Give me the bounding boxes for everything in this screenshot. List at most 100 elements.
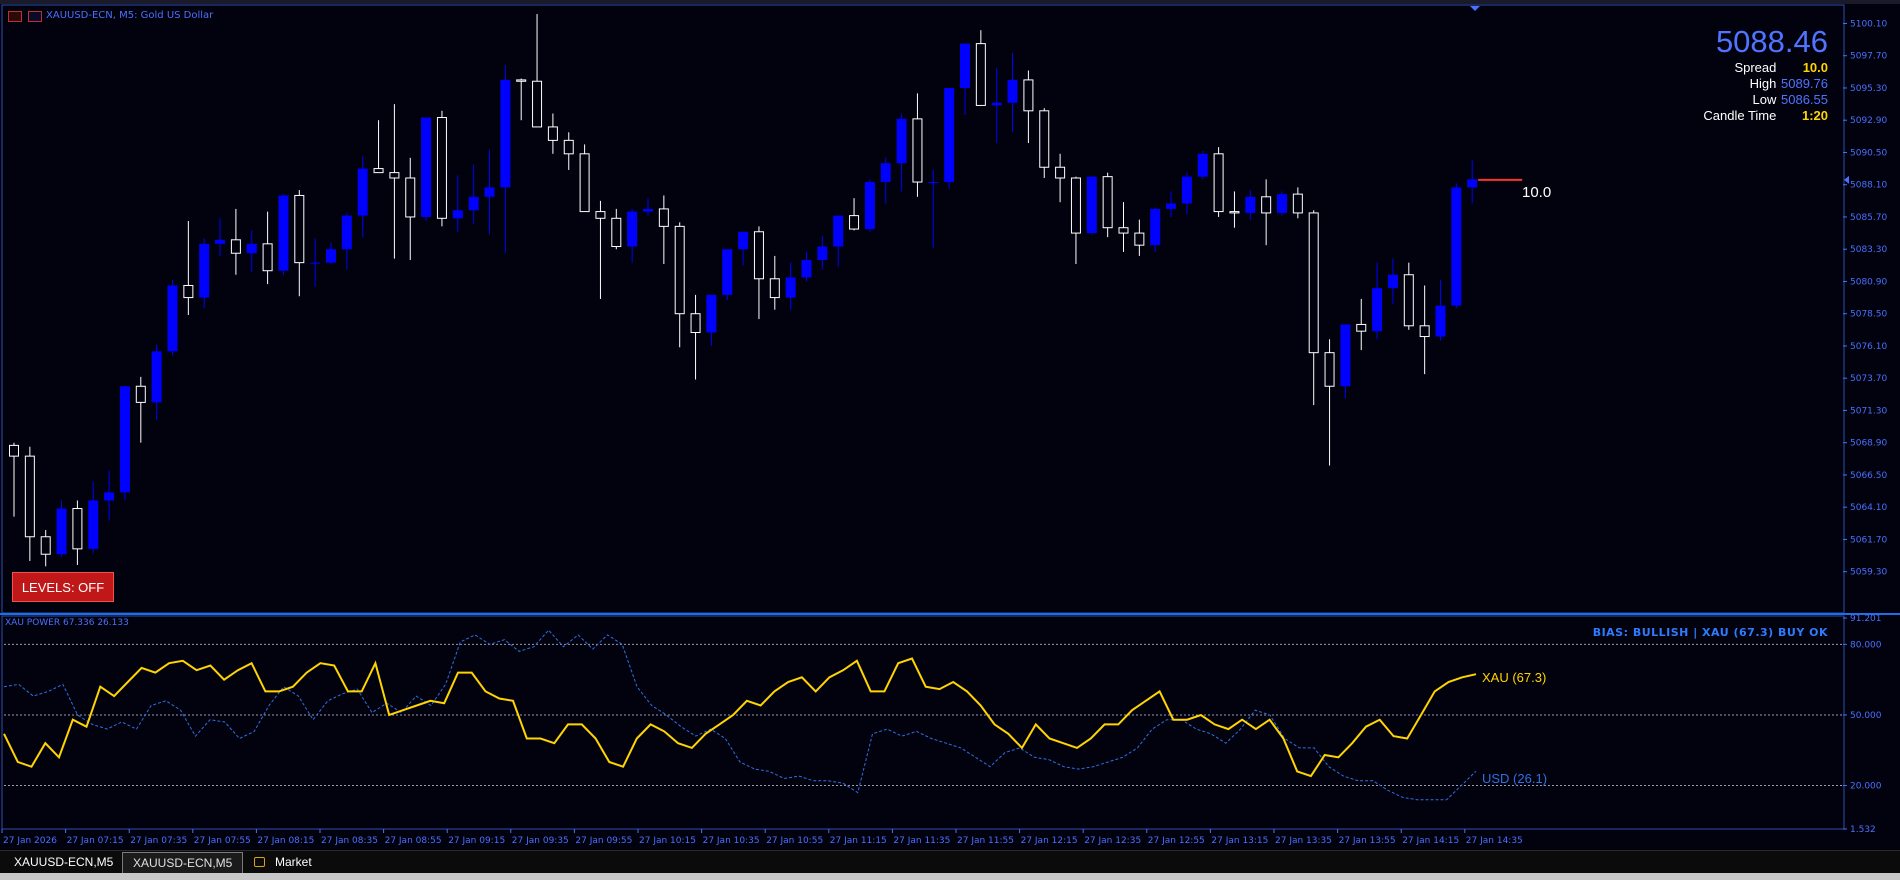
time-axis-label: 27 Jan 13:15 (1211, 836, 1268, 846)
candle-body-bear (516, 79, 527, 82)
candle-body-bull (88, 500, 99, 549)
info-label: High (1749, 76, 1777, 91)
candle-body-bull (817, 246, 828, 260)
info-label: Spread (1734, 60, 1777, 75)
chart-menu-icon[interactable] (8, 11, 22, 22)
candle-body-bear (1261, 196, 1272, 214)
time-axis-label: 27 Jan 07:55 (194, 836, 251, 846)
price-marker-icon (1844, 175, 1849, 184)
candle-body-bull (421, 117, 432, 217)
price-axis-label: 5073.70 (1850, 374, 1887, 384)
price-axis-label: 5071.30 (1850, 406, 1887, 416)
tab-market[interactable]: Market (244, 852, 322, 872)
candle-body-bull (341, 215, 352, 250)
candle-body-bull (500, 79, 511, 188)
info-row-candle-time: Candle Time 1:20 (1648, 108, 1828, 124)
price-axis-label: 5076.10 (1850, 342, 1887, 352)
sub-axis-label: 50.000 (1850, 711, 1882, 721)
time-axis-label: 27 Jan 08:55 (385, 836, 442, 846)
candle-body-bear (1055, 166, 1066, 179)
time-axis-label: 27 Jan 09:55 (575, 836, 632, 846)
time-axis-label: 27 Jan 10:55 (766, 836, 823, 846)
candle-body-bear (975, 43, 986, 106)
candle-body-bear (1419, 325, 1430, 338)
current-price: 5088.46 (1715, 24, 1828, 59)
candle-body-bull (801, 259, 812, 278)
candle-body-bear (1023, 79, 1034, 112)
time-axis-label: 27 Jan 11:35 (893, 836, 950, 846)
candle-body-bear (1229, 211, 1240, 214)
chart-window-icon[interactable] (28, 11, 42, 22)
sub-axis-label: 20.000 (1850, 782, 1882, 792)
candle-body-bull (785, 277, 796, 298)
candle-body-bull (452, 210, 463, 219)
price-axis-label: 5061.70 (1850, 535, 1887, 545)
usd-series-label: USD (26.1) (1482, 771, 1548, 786)
time-axis-label: 27 Jan 11:15 (830, 836, 887, 846)
tab-xauusd-2[interactable]: XAUUSD-ECN,M5 (122, 852, 244, 874)
spread-marker-label: 10.0 (1522, 184, 1552, 201)
candle-body-bull (944, 87, 955, 183)
time-axis-label: 27 Jan 12:35 (1084, 836, 1141, 846)
candle-body-bear (611, 217, 622, 248)
time-axis-label: 27 Jan 2026 (3, 836, 57, 846)
time-axis-label: 27 Jan 10:15 (639, 836, 696, 846)
candle-body-bull (706, 294, 717, 333)
candle-body-bull (246, 243, 257, 254)
candle-body-bear (405, 177, 416, 218)
candle-body-bull (1166, 203, 1177, 209)
candle-body-bull (1451, 187, 1462, 306)
info-row-low: Low 5086.55 (1648, 92, 1828, 108)
levels-toggle-button[interactable]: LEVELS: OFF (12, 572, 114, 602)
chart-shift-marker (1470, 6, 1480, 11)
candle-body-bear (9, 444, 19, 457)
candle-body-bull (326, 249, 336, 263)
price-axis-label: 5080.90 (1850, 277, 1887, 287)
status-strip (0, 873, 1900, 880)
candle-body-bear (294, 194, 305, 264)
candle-body-bull (1277, 194, 1287, 213)
chart-canvas[interactable]: 5100.10 5097.70 5095.30 5092.90 5090.50 5088.… (0, 0, 1900, 850)
price-axis-label: 5100.10 (1850, 19, 1887, 29)
candle-body-bear (753, 231, 764, 280)
tab-xauusd-1[interactable]: XAUUSD-ECN,M5 (4, 852, 123, 872)
candle-body-bear (389, 172, 400, 179)
candle-body-bear (1118, 227, 1129, 234)
candle-body-bull (991, 102, 1002, 106)
candle-body-bear (1102, 176, 1113, 229)
candle-body-bear (579, 153, 590, 213)
candle-body-bull (627, 211, 638, 247)
candle-body-bear (230, 239, 241, 254)
time-axis-label: 27 Jan 13:55 (1339, 836, 1396, 846)
chart-tab-bar: XAUUSD-ECN,M5 XAUUSD-ECN,M5 Market (0, 850, 1900, 874)
candle-body-bear (1403, 274, 1414, 327)
candle-body-bear (1134, 232, 1145, 246)
sub-axis-label: 1.532 (1850, 825, 1876, 835)
price-axis-label: 5085.70 (1850, 213, 1887, 223)
candle-body-bull (1245, 196, 1256, 213)
candle-body-bull (1387, 274, 1398, 289)
price-axis-label: 5064.10 (1850, 503, 1887, 513)
candle-body-bull (119, 386, 130, 493)
candle-body-bull (1181, 176, 1192, 204)
candle-body-bear (849, 215, 860, 230)
price-axis-label: 5068.90 (1850, 439, 1887, 449)
price-axis-label: 5092.90 (1850, 116, 1887, 126)
candle-body-bear (769, 278, 780, 299)
candle-body-bear (690, 313, 701, 334)
candle-body-bull (643, 208, 653, 212)
candle-body-bull (484, 187, 495, 197)
tab-market-label: Market (275, 855, 312, 869)
candle-body-bear (24, 455, 35, 538)
candle-body-bear (547, 126, 558, 141)
candle-body-bull (357, 168, 368, 216)
time-axis-label: 27 Jan 14:35 (1466, 836, 1523, 846)
time-axis-label: 27 Jan 10:35 (703, 836, 760, 846)
candle-body-bull (104, 492, 115, 501)
info-value: 5089.76 (1781, 76, 1828, 91)
price-axis-label: 5090.50 (1850, 148, 1887, 158)
time-axis-label: 27 Jan 07:35 (130, 836, 187, 846)
sub-panel-frame (1, 615, 1845, 830)
candle-body-bear (183, 284, 194, 299)
main-panel-frame (1, 4, 1845, 614)
